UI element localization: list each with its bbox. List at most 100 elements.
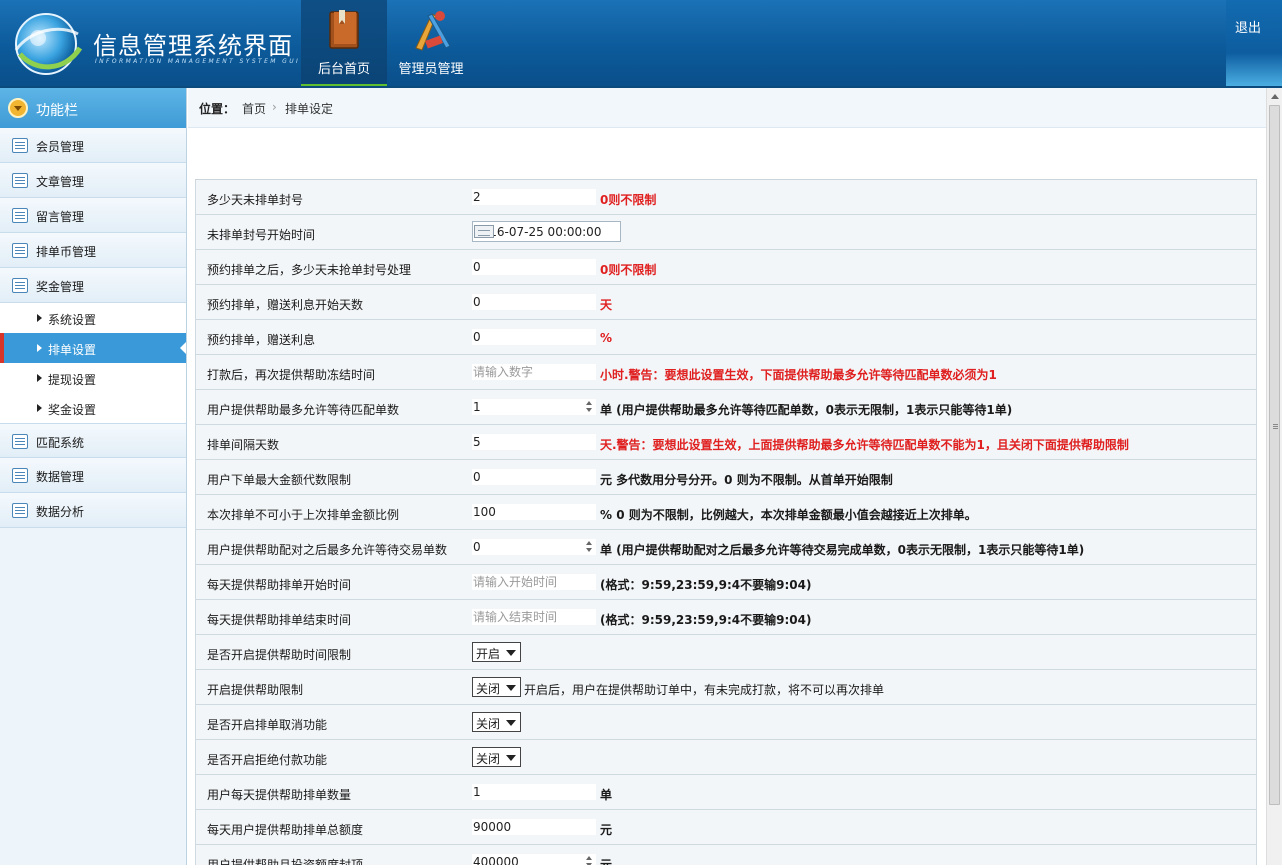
calendar-icon	[12, 243, 28, 258]
tab-home[interactable]: 后台首页	[301, 0, 387, 88]
field-note: 元	[600, 823, 613, 837]
field-label: 未排单封号开始时间	[207, 228, 316, 242]
breadcrumb-home-link[interactable]: 首页	[242, 100, 266, 117]
app-title: 信息管理系统界面	[93, 32, 293, 60]
field-note: 单	[600, 788, 613, 802]
field-label: 每天提供帮助排单开始时间	[207, 578, 352, 592]
setting-input[interactable]	[472, 784, 596, 800]
setting-input[interactable]	[472, 539, 596, 555]
setting-input[interactable]	[472, 399, 596, 415]
caret-right-icon	[37, 344, 42, 352]
field-label: 用户每天提供帮助排单数量	[207, 788, 352, 802]
sidebar-heading-label: 功能栏	[36, 103, 78, 119]
field-note: 0则不限制	[600, 193, 657, 207]
toggle-select[interactable]: 关闭	[472, 747, 521, 767]
setting-input[interactable]	[472, 574, 596, 590]
setting-input[interactable]	[472, 434, 596, 450]
field-label: 每天用户提供帮助排单总额度	[207, 823, 364, 837]
sidebar-item-data-analysis[interactable]: 数据分析	[0, 493, 186, 528]
scroll-up-icon[interactable]	[1271, 94, 1279, 99]
form-row: 预约排单，赠送利息开始天数 天	[195, 285, 1257, 320]
calendar-icon	[12, 434, 28, 449]
setting-input[interactable]	[472, 189, 596, 205]
breadcrumb: 位置： 首页 › 排单设定	[188, 88, 1266, 128]
form-row: 开启提供帮助限制 关闭 开启后，用户在提供帮助订单中，有未完成打款，将不可以再次排单	[195, 670, 1257, 705]
field-note: 元 多代数用分号分开。0 则为不限制。从首单开始限制	[600, 473, 893, 487]
sidebar-heading[interactable]: 功能栏	[0, 88, 186, 128]
field-label: 是否开启排单取消功能	[207, 718, 328, 732]
setting-input[interactable]	[472, 294, 596, 310]
sidebar-item-label: 排单币管理	[36, 245, 97, 259]
setting-input[interactable]	[472, 854, 596, 865]
sidebar-subitem-withdraw-settings[interactable]: 提现设置	[0, 363, 186, 393]
vertical-scrollbar[interactable]	[1266, 88, 1282, 865]
breadcrumb-current: 排单设定	[285, 102, 334, 116]
tab-admin-label: 管理员管理	[398, 62, 464, 77]
setting-input[interactable]	[472, 504, 596, 520]
form-row: 每天提供帮助排单开始时间 (格式：9:59,23:59,9:4不要输9:04)	[195, 565, 1257, 600]
calendar-icon[interactable]	[474, 225, 494, 238]
field-label: 多少天未排单封号	[207, 193, 304, 207]
field-note: 开启后，用户在提供帮助订单中，有未完成打款，将不可以再次排单	[524, 683, 885, 697]
caret-right-icon	[37, 404, 42, 412]
field-note: 小时.警告：要想此设置生效，下面提供帮助最多允许等待匹配单数必须为1	[600, 368, 997, 382]
sidebar-item-order-coins[interactable]: 排单币管理	[0, 233, 186, 268]
tools-icon	[415, 11, 451, 51]
calendar-icon	[12, 468, 28, 483]
globe-logo-icon	[14, 13, 83, 75]
setting-input[interactable]	[472, 469, 596, 485]
form-row: 用户每天提供帮助排单数量 单	[195, 775, 1257, 810]
sidebar-subitem-system-settings[interactable]: 系统设置	[0, 303, 186, 333]
sidebar-item-label: 奖金管理	[36, 280, 85, 294]
breadcrumb-separator: ›	[272, 100, 277, 114]
form-row: 是否开启提供帮助时间限制 开启	[195, 635, 1257, 670]
caret-right-icon	[37, 314, 42, 322]
grip-icon	[1273, 424, 1278, 425]
field-note: 单 (用户提供帮助最多允许等待匹配单数，0表示无限制，1表示只能等待1单)	[600, 403, 1013, 417]
form-row: 是否开启排单取消功能 关闭	[195, 705, 1257, 740]
sidebar-subitem-order-settings[interactable]: 排单设置	[0, 333, 186, 363]
toggle-select[interactable]: 关闭	[472, 712, 521, 732]
form-row: 每天用户提供帮助排单总额度 元	[195, 810, 1257, 845]
field-label: 每天提供帮助排单结束时间	[207, 613, 352, 627]
field-label: 用户提供帮助且投资额度封顶	[207, 858, 364, 865]
calendar-icon	[12, 503, 28, 518]
sidebar-item-matching[interactable]: 匹配系统	[0, 423, 186, 458]
field-label: 是否开启拒绝付款功能	[207, 753, 328, 767]
spinner-arrows-icon[interactable]	[583, 854, 596, 865]
field-label: 本次排单不可小于上次排单金额比例	[207, 508, 400, 522]
form-row: 每天提供帮助排单结束时间 (格式：9:59,23:59,9:4不要输9:04)	[195, 600, 1257, 635]
scrollbar-thumb[interactable]	[1269, 105, 1280, 805]
toggle-select[interactable]: 开启	[472, 642, 521, 662]
sidebar-item-members[interactable]: 会员管理	[0, 128, 186, 163]
sidebar-item-messages[interactable]: 留言管理	[0, 198, 186, 233]
spinner-arrows-icon[interactable]	[583, 539, 596, 555]
setting-input[interactable]	[472, 609, 596, 625]
field-label: 打款后，再次提供帮助冻结时间	[207, 368, 376, 382]
field-note: 单 (用户提供帮助配对之后最多允许等待交易完成单数，0表示无限制，1表示只能等待…	[600, 543, 1085, 557]
field-label: 预约排单，赠送利息开始天数	[207, 298, 364, 312]
field-label: 用户提供帮助配对之后最多允许等待交易单数	[207, 543, 448, 557]
tab-admin[interactable]: 管理员管理	[389, 0, 473, 88]
logout-button[interactable]: 退出	[1226, 0, 1282, 88]
field-label: 用户下单最大金额代数限制	[207, 473, 352, 487]
setting-input[interactable]	[472, 259, 596, 275]
field-note: (格式：9:59,23:59,9:4不要输9:04)	[600, 578, 812, 592]
list-icon	[12, 138, 28, 153]
date-picker-field[interactable]: 2016-07-25 00:00:00	[472, 221, 621, 242]
sidebar-item-bonus[interactable]: 奖金管理	[0, 268, 186, 303]
select-value: 关闭	[476, 717, 501, 731]
setting-input[interactable]	[472, 819, 596, 835]
sidebar-item-data-management[interactable]: 数据管理	[0, 458, 186, 493]
setting-input[interactable]	[472, 329, 596, 345]
form-row: 用户下单最大金额代数限制 元 多代数用分号分开。0 则为不限制。从首单开始限制	[195, 460, 1257, 495]
sidebar-subitem-bonus-settings[interactable]: 奖金设置	[0, 393, 186, 423]
field-note: %	[600, 331, 613, 345]
sidebar-item-articles[interactable]: 文章管理	[0, 163, 186, 198]
sidebar: 功能栏 会员管理 文章管理 留言管理 排单币管理 奖金管理 系统设置 排单设置 …	[0, 88, 187, 865]
top-header: 信息管理系统界面 INFORMATION MANAGEMENT SYSTEM G…	[0, 0, 1282, 88]
setting-input[interactable]	[472, 364, 596, 380]
spinner-arrows-icon[interactable]	[583, 399, 596, 415]
app-subtitle: INFORMATION MANAGEMENT SYSTEM GUI	[95, 58, 301, 65]
toggle-select[interactable]: 关闭	[472, 677, 521, 697]
